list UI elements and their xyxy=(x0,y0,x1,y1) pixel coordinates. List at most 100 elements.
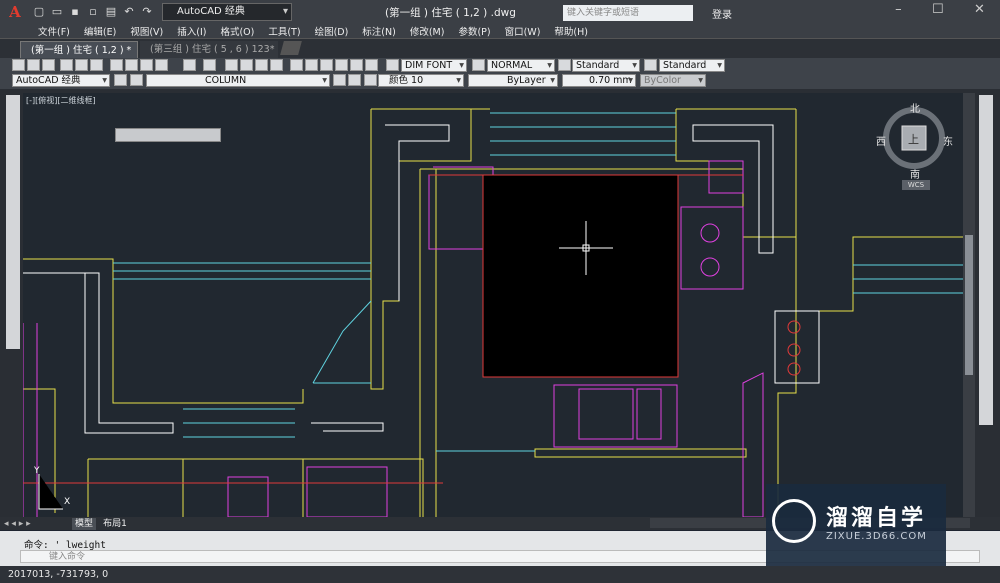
layer-previous-icon[interactable] xyxy=(348,74,361,86)
column-layer-red xyxy=(23,174,801,484)
compass-south[interactable]: 南 xyxy=(910,166,920,181)
file-tab-bar: (第一组 ) 住宅 ( 1,2 ) * (第三组 ) 住宅 ( 5 , 6 ) … xyxy=(0,38,1000,58)
new-tab-button[interactable] xyxy=(280,41,302,55)
text-style-icon[interactable] xyxy=(386,59,399,71)
menu-modify[interactable]: 修改(M) xyxy=(410,24,445,38)
dim-style-dropdown[interactable]: NORMAL xyxy=(487,59,555,72)
close-icon[interactable]: ✕ xyxy=(974,2,985,22)
properties-icon[interactable] xyxy=(290,59,303,71)
menu-edit[interactable]: 编辑(E) xyxy=(84,24,116,38)
play-logo-icon xyxy=(772,499,816,543)
linetype-dropdown[interactable]: ByLayer xyxy=(468,74,558,87)
save-icon[interactable]: ▪ xyxy=(67,4,83,20)
compass-west[interactable]: 西 xyxy=(876,133,886,148)
modify-toolbar xyxy=(979,95,993,425)
publish-icon[interactable] xyxy=(90,59,103,71)
help-search-input[interactable]: 键入关键字或短语 xyxy=(563,5,693,21)
vertical-scroll-thumb[interactable] xyxy=(965,235,973,375)
window-controls: – ☐ ✕ xyxy=(880,2,1000,22)
ucs-x-label: X xyxy=(64,497,71,507)
menu-window[interactable]: 窗口(W) xyxy=(505,24,541,38)
coordinate-readout[interactable]: 2017013, -731793, 0 xyxy=(8,569,108,580)
navigation-mini-toolbar[interactable] xyxy=(115,128,221,142)
new-file-icon[interactable]: ▢ xyxy=(31,4,47,20)
cut-icon[interactable] xyxy=(110,59,123,71)
menu-view[interactable]: 视图(V) xyxy=(130,24,163,38)
menu-insert[interactable]: 插入(I) xyxy=(177,24,206,38)
markup-icon[interactable] xyxy=(350,59,363,71)
layout-nav-arrows[interactable]: ◂ ◂ ▸ ▸ xyxy=(4,518,64,530)
file-tab-active[interactable]: (第一组 ) 住宅 ( 1,2 ) * xyxy=(20,41,138,58)
command-history: 命令: '_lweight xyxy=(24,540,106,551)
draw-toolbar xyxy=(6,95,20,349)
layer-manager-icon[interactable] xyxy=(130,74,143,86)
wcs-menu[interactable]: WCS xyxy=(902,180,930,190)
text-style-dropdown[interactable]: DIM FONT xyxy=(401,59,467,72)
lineweight-dropdown[interactable]: 0.70 mm xyxy=(562,74,636,87)
calculator-icon[interactable] xyxy=(365,59,378,71)
menu-bar: 文件(F) 编辑(E) 视图(V) 插入(I) 格式(O) 工具(T) 绘图(D… xyxy=(0,24,1000,38)
maximize-icon[interactable]: ☐ xyxy=(932,2,944,22)
redo-icon[interactable]: ↷ xyxy=(139,4,155,20)
toolpalette-icon[interactable] xyxy=(320,59,333,71)
menu-dimension[interactable]: 标注(N) xyxy=(362,24,396,38)
table-style-icon[interactable] xyxy=(558,59,571,71)
plotstyle-dropdown: ByColor xyxy=(640,74,706,87)
make-current-layer-icon[interactable] xyxy=(333,74,346,86)
compass-north[interactable]: 北 xyxy=(910,100,920,115)
menu-parametric[interactable]: 参数(P) xyxy=(458,24,490,38)
floor-plan-drawing xyxy=(23,108,963,517)
pan-icon[interactable] xyxy=(225,59,238,71)
login-link[interactable]: 登录 xyxy=(712,6,732,21)
layout1-tab[interactable]: 布局1 xyxy=(100,518,130,530)
menu-draw[interactable]: 绘图(D) xyxy=(315,24,349,38)
copy-icon[interactable] xyxy=(125,59,138,71)
compass-east[interactable]: 东 xyxy=(943,133,953,148)
mleader-style-icon[interactable] xyxy=(644,59,657,71)
workspace-combo[interactable]: AutoCAD 经典 xyxy=(12,74,110,87)
zoom-previous-icon[interactable] xyxy=(270,59,283,71)
print-icon[interactable] xyxy=(60,59,73,71)
plot-icon[interactable]: ▤ xyxy=(103,4,119,20)
open-file-icon[interactable]: ▭ xyxy=(49,4,65,20)
undo-tool-icon[interactable] xyxy=(183,59,196,71)
viewcube-compass[interactable]: 北 南 东 西 上 WCS xyxy=(876,100,956,190)
sheetset-icon[interactable] xyxy=(335,59,348,71)
paste-icon[interactable] xyxy=(140,59,153,71)
mleader-style-dropdown[interactable]: Standard xyxy=(659,59,725,72)
menu-file[interactable]: 文件(F) xyxy=(38,24,70,38)
qnew-icon[interactable] xyxy=(12,59,25,71)
redo-tool-icon[interactable] xyxy=(203,59,216,71)
open-icon[interactable] xyxy=(27,59,40,71)
standard-toolbar: DIM FONT NORMAL Standard Standard xyxy=(0,58,1000,73)
viewport-controls-label[interactable]: [-][俯视][二维线框] xyxy=(26,95,96,106)
model-tab[interactable]: 模型 xyxy=(72,518,96,530)
file-tab-second[interactable]: (第三组 ) 住宅 ( 5 , 6 ) 123* xyxy=(140,41,278,58)
menu-tools[interactable]: 工具(T) xyxy=(268,24,300,38)
menu-help[interactable]: 帮助(H) xyxy=(554,24,588,38)
layer-dropdown[interactable]: COLUMN xyxy=(146,74,330,87)
undo-icon[interactable]: ↶ xyxy=(121,4,137,20)
zoom-window-icon[interactable] xyxy=(255,59,268,71)
workspace-dropdown[interactable]: AutoCAD 经典 xyxy=(162,3,292,21)
menu-format[interactable]: 格式(O) xyxy=(220,24,254,38)
save-tool-icon[interactable] xyxy=(42,59,55,71)
workspace-settings-icon[interactable] xyxy=(114,74,127,86)
watermark-title: 溜溜自学 xyxy=(826,506,927,531)
layers-properties-toolbar: AutoCAD 经典 COLUMN 颜色 10 ByLayer 0.70 mm … xyxy=(0,73,1000,89)
drawing-canvas[interactable] xyxy=(23,93,963,517)
save-as-icon[interactable]: ▫ xyxy=(85,4,101,20)
layer-state-icon[interactable] xyxy=(364,74,377,86)
title-bar: A ▢ ▭ ▪ ▫ ▤ ↶ ↷ AutoCAD 经典 (第一组 ) 住宅 ( 1… xyxy=(0,0,1000,24)
color-dropdown[interactable]: 颜色 10 xyxy=(378,74,464,87)
dim-style-icon[interactable] xyxy=(472,59,485,71)
minimize-icon[interactable]: – xyxy=(895,2,902,22)
designcenter-icon[interactable] xyxy=(305,59,318,71)
zoom-realtime-icon[interactable] xyxy=(240,59,253,71)
preview-icon[interactable] xyxy=(75,59,88,71)
viewcube-top-face[interactable]: 上 xyxy=(908,131,919,147)
watermark-url: ZIXUE.3D66.COM xyxy=(826,531,927,542)
table-style-dropdown[interactable]: Standard xyxy=(572,59,640,72)
matchprop-icon[interactable] xyxy=(155,59,168,71)
autocad-logo-icon[interactable]: A xyxy=(0,0,30,24)
